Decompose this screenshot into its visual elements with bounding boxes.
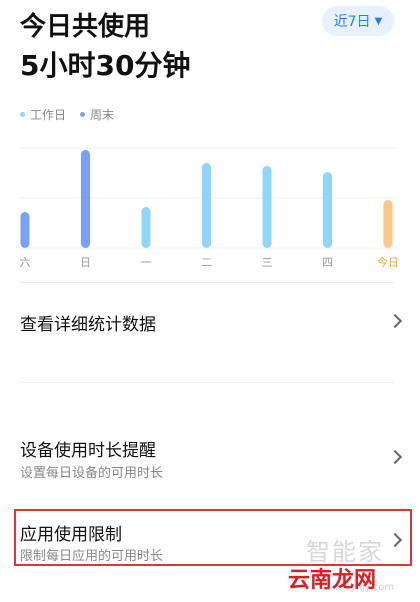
range-selector-button[interactable]: 近7日 ▼ (322, 6, 394, 36)
legend-label-weekend: 周末 (90, 108, 115, 122)
chart-tick-label: 四 (322, 256, 333, 269)
divider (20, 282, 394, 283)
chart-bar-1 (81, 150, 90, 248)
chart-legend: 工作日 周末 (20, 106, 114, 123)
device-usage-reminder-subtitle: 设置每日设备的可用时长 (20, 466, 164, 481)
chart-tick-label: 日 (80, 256, 91, 269)
legend-label-weekday: 工作日 (30, 108, 67, 122)
device-usage-reminder-row[interactable]: 设备使用时长提醒 设置每日设备的可用时长 (0, 424, 420, 486)
chart-bar-6 (383, 200, 393, 248)
usage-bar-chart: 六 日 一 二 三 四 今日 (20, 147, 399, 269)
chevron-right-icon (387, 449, 403, 465)
legend-item-weekend: 周末 (80, 106, 114, 123)
chart-bar-0 (20, 212, 30, 248)
divider (20, 382, 394, 383)
device-usage-reminder-title: 设备使用时长提醒 (20, 441, 156, 461)
legend-dot-weekday (20, 112, 25, 117)
detailed-stats-row[interactable]: 查看详细统计数据 (0, 290, 420, 350)
chart-bar-3 (202, 163, 211, 248)
caret-down-icon: ▼ (374, 15, 383, 27)
page-title: 今日共使用 (20, 12, 151, 42)
legend-dot-weekend (80, 112, 86, 117)
chart-bar-4 (262, 166, 272, 248)
total-usage-time: 5小时30分钟 (20, 49, 191, 82)
chart-tick-label: 六 (20, 256, 31, 269)
watermark-logo-text: 云南龙网 (288, 568, 377, 593)
chart-tick-label: 三 (262, 256, 273, 269)
range-label: 近7日 (333, 14, 371, 30)
chevron-right-icon (387, 313, 403, 329)
detailed-stats-label: 查看详细统计数据 (20, 315, 156, 335)
chart-tick-label: 今日 (377, 255, 399, 269)
chart-bar-2 (141, 207, 151, 248)
legend-item-weekday: 工作日 (20, 106, 66, 123)
chart-tick-label: 一 (141, 256, 152, 269)
chart-tick-label: 二 (201, 256, 212, 269)
chart-bar-5 (323, 172, 332, 248)
